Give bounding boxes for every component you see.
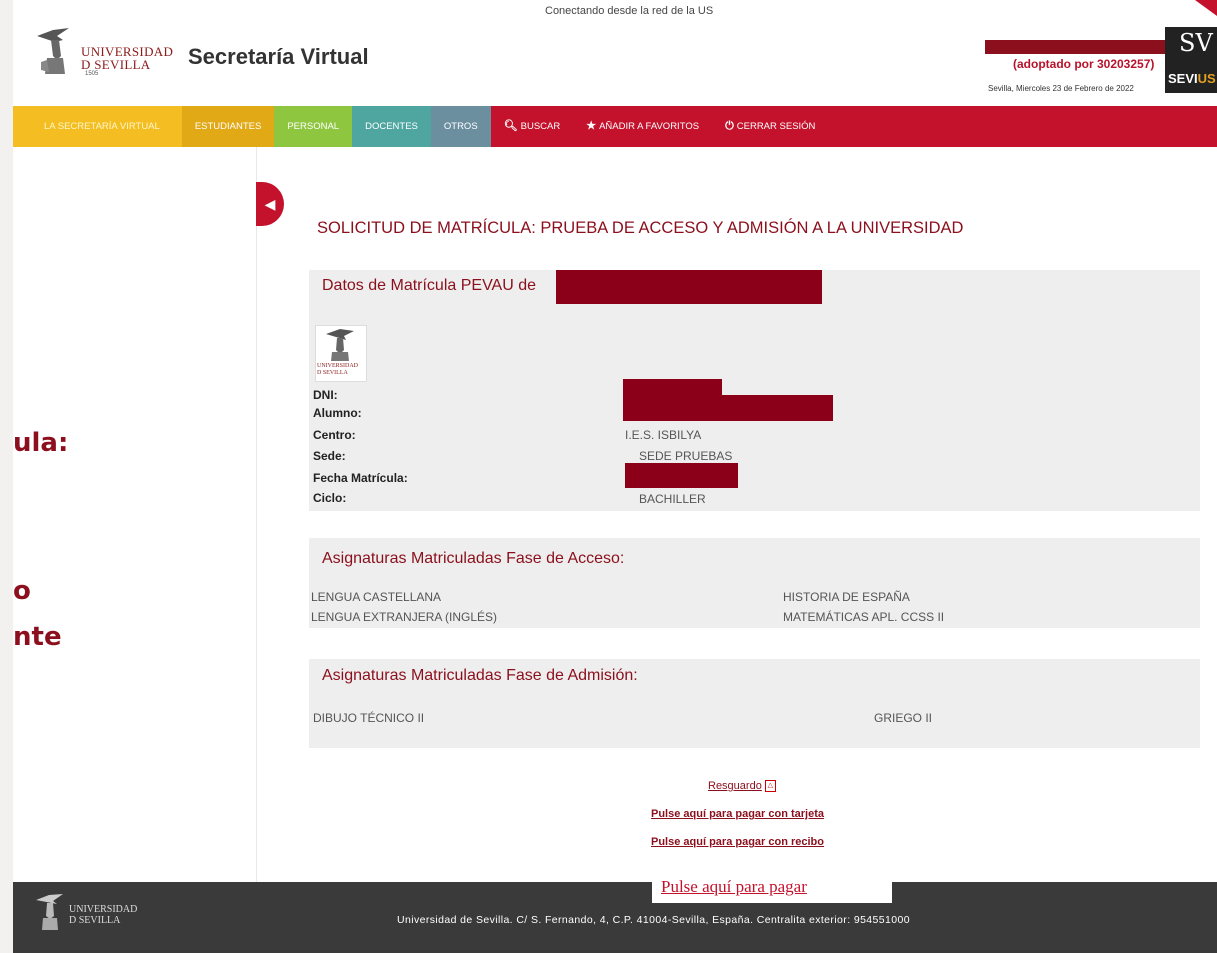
subject-item: MATEMÁTICAS APL. CCSS II (783, 610, 945, 624)
star-icon: ★ (586, 120, 597, 132)
redacted-username (985, 40, 1165, 54)
nav-cerrar-sesion[interactable]: ⏻ CERRAR SESIÓN (712, 106, 828, 147)
overlay-text-line3: nte (13, 622, 62, 652)
sevius-logo-text: SEVIUS (1168, 71, 1216, 86)
sidebar-toggle-button[interactable]: ◀ (256, 182, 284, 226)
subject-item: GRIEGO II (874, 711, 933, 725)
angel-emblem-icon (37, 28, 69, 74)
angel-emblem-icon (36, 894, 63, 930)
page-footer: UNIVERSIDAD D SEVILLA Universidad de Sev… (13, 882, 1217, 953)
pdf-icon: △ (764, 780, 776, 793)
datos-matricula-panel: Datos de Matrícula PEVAU de (309, 270, 1200, 511)
redacted-alumno (623, 395, 833, 421)
footer-logo[interactable]: UNIVERSIDAD D SEVILLA (33, 892, 153, 936)
nav-anadir-favoritos[interactable]: ★ AÑADIR A FAVORITOS (573, 106, 712, 147)
adopted-by-text: (adoptado por 30203257) (1013, 57, 1155, 71)
field-label-centro: Centro: (313, 428, 356, 442)
current-date: Sevilla, Miercoles 23 de Febrero de 2022 (988, 84, 1134, 93)
redacted-student-name (556, 270, 822, 304)
redacted-fecha (625, 463, 738, 488)
field-label-dni: DNI: (313, 388, 338, 402)
search-icon: 🔍︎ (503, 120, 518, 132)
sidebar-divider (256, 147, 257, 882)
nav-docentes[interactable]: DOCENTES (352, 106, 431, 147)
fase-admision-panel: Asignaturas Matriculadas Fase de Admisió… (309, 659, 1200, 748)
nav-estudiantes[interactable]: ESTUDIANTES (181, 106, 275, 147)
subject-item: DIBUJO TÉCNICO II (313, 711, 425, 725)
crest-text: UNIVERSIDAD D SEVILLA (317, 363, 358, 376)
subject-item: HISTORIA DE ESPAÑA (783, 590, 910, 604)
footer-logo-line2: D SEVILLA (69, 915, 121, 926)
sv-logo-mark: SV (1179, 29, 1213, 57)
field-label-ciclo: Ciclo: (313, 491, 347, 505)
corner-ribbon-icon (1195, 0, 1217, 16)
university-crest-image: UNIVERSIDAD D SEVILLA (315, 325, 367, 382)
main-navigation: LA SECRETARÍA VIRTUAL ESTUDIANTES PERSON… (13, 106, 1217, 147)
field-label-fecha: Fecha Matrícula: (313, 471, 408, 485)
overlay-text-line2: o (13, 576, 31, 606)
pay-receipt-link[interactable]: Pulse aquí para pagar con recibo (651, 836, 824, 848)
resguardo-link[interactable]: Resguardo △ (708, 780, 776, 793)
nav-otros[interactable]: OTROS (430, 106, 491, 147)
page-heading: SOLICITUD DE MATRÍCULA: PRUEBA DE ACCESO… (317, 219, 964, 237)
nav-la-secretaria-virtual[interactable]: LA SECRETARÍA VIRTUAL (13, 106, 182, 147)
datos-matricula-heading: Datos de Matrícula PEVAU de (322, 277, 537, 294)
overlay-text-line1: ula: (13, 428, 69, 458)
field-label-alumno: Alumno: (313, 406, 362, 420)
field-label-sede: Sede: (313, 449, 346, 463)
pay-card-link[interactable]: Pulse aquí para pagar con tarjeta (651, 808, 824, 820)
fase-acceso-heading: Asignaturas Matriculadas Fase de Acceso: (322, 550, 625, 567)
redacted-dni (623, 379, 722, 395)
pay-callout-box: Pulse aquí para pagar (652, 873, 892, 903)
pay-callout-link[interactable]: Pulse aquí para pagar (661, 877, 807, 897)
nav-buscar[interactable]: 🔍︎ BUSCAR (491, 106, 574, 147)
subject-item: LENGUA EXTRANJERA (INGLÉS) (311, 610, 498, 624)
logo-year: 1505 (85, 71, 99, 77)
page: Conectando desde la red de la US UNIVERS… (13, 0, 1217, 953)
angel-emblem-icon (326, 329, 354, 361)
field-value-centro: I.E.S. ISBILYA (625, 428, 702, 442)
fase-admision-heading: Asignaturas Matriculadas Fase de Admisió… (322, 667, 638, 684)
app-title: Secretaría Virtual (188, 44, 369, 69)
subject-item: LENGUA CASTELLANA (311, 590, 442, 604)
sevius-logo[interactable]: SV SEVIUS (1165, 27, 1217, 93)
footer-logo-line1: UNIVERSIDAD (69, 904, 138, 915)
chevron-left-icon: ◀ (264, 196, 276, 212)
field-value-ciclo: BACHILLER (639, 492, 706, 506)
footer-address: Universidad de Sevilla. C/ S. Fernando, … (397, 914, 910, 926)
power-icon: ⏻ (725, 120, 734, 132)
connection-notice: Conectando desde la red de la US (545, 5, 714, 17)
field-value-sede: SEDE PRUEBAS (639, 449, 733, 463)
nav-personal[interactable]: PERSONAL (274, 106, 353, 147)
university-logo[interactable]: UNIVERSIDAD D SEVILLA 1505 (33, 26, 173, 80)
